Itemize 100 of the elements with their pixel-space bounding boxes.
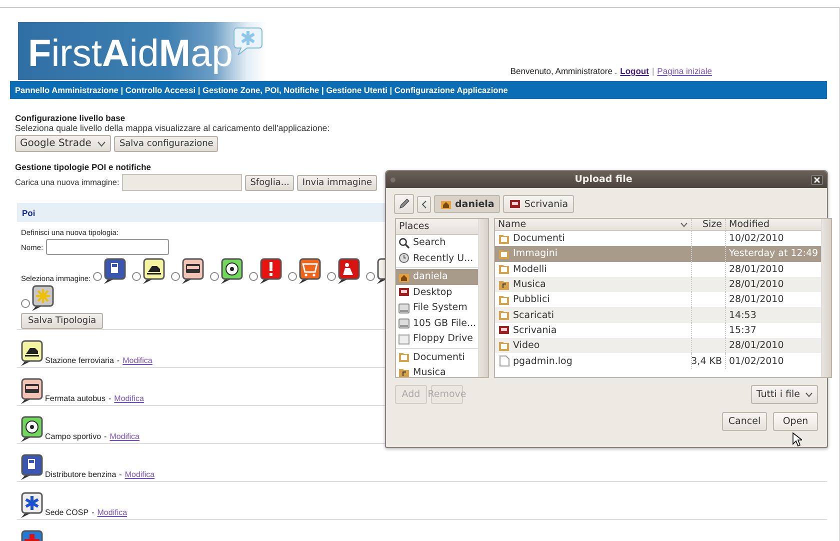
logo: FirstAidMap [18, 22, 267, 80]
file-date: Yesterday at 12:49 [729, 248, 818, 260]
place-item[interactable]: Desktop [396, 284, 478, 300]
chevron-left-icon [421, 200, 427, 208]
folder-icon [498, 278, 510, 291]
radio-button[interactable] [21, 299, 30, 308]
save-type-button[interactable]: Salva Tipologia [21, 313, 104, 329]
folder-icon [498, 340, 510, 352]
scrollbar[interactable] [821, 219, 832, 377]
drive-icon [398, 302, 410, 314]
file-date: 10/02/2010 [729, 233, 784, 244]
column-header[interactable]: Places [396, 219, 478, 235]
file-row[interactable]: Video 28/01/2010 [495, 338, 822, 354]
home-link[interactable]: Pagina iniziale [657, 66, 712, 76]
place-item[interactable]: Search [396, 235, 478, 250]
folder-icon [498, 232, 510, 245]
chevron-down-icon [97, 140, 106, 146]
radio-button[interactable] [366, 272, 375, 281]
scrollbar[interactable] [478, 219, 488, 377]
file-name: pgadmin.log [513, 356, 572, 367]
radio-button[interactable] [132, 272, 141, 281]
file-name: Modelli [513, 264, 547, 275]
edit-link[interactable]: Modifica [97, 508, 128, 517]
section-title: Gestione tipologie POI e notifiche [15, 162, 152, 172]
monitor-icon [509, 198, 522, 210]
path-button[interactable]: daniela [434, 195, 500, 213]
radio-button[interactable] [326, 272, 336, 281]
folder-icon [498, 309, 510, 322]
radio-button[interactable] [288, 272, 297, 281]
separator-text: - [116, 356, 120, 365]
file-name: Pubblici [513, 294, 550, 306]
radio-button[interactable] [248, 272, 258, 281]
column-header[interactable]: Name [495, 219, 692, 231]
column-header[interactable]: Size [691, 219, 726, 231]
edit-link[interactable]: Modifica [110, 432, 140, 441]
radio-button[interactable] [210, 272, 219, 281]
place-item[interactable]: 105 GB File... [396, 316, 478, 331]
folder-icon [398, 351, 410, 364]
file-row[interactable]: Musica 28/01/2010 [495, 276, 822, 292]
cancel-button[interactable]: Cancel [722, 412, 767, 431]
description-text: Seleziona quale livello della mappa visualizzare al caricamento dell'applicazione: [15, 123, 330, 133]
file-name: Documenti [513, 233, 565, 244]
window-title: Upload file [574, 174, 634, 185]
radio-button[interactable] [170, 272, 180, 281]
edit-link[interactable]: Modifica [114, 394, 144, 403]
folder-icon [498, 263, 510, 276]
folder-icon [498, 294, 510, 306]
name-field[interactable] [46, 239, 170, 255]
clock-icon [398, 252, 410, 264]
edit-link[interactable]: Modifica [124, 470, 155, 479]
open-button[interactable]: Open [773, 412, 818, 431]
separator-text: - [104, 432, 107, 441]
file-date: 28/01/2010 [729, 264, 784, 275]
window-dot-icon [390, 176, 396, 182]
file-name: Musica [513, 279, 546, 290]
file-date: 28/01/2010 [729, 340, 784, 352]
file-type-dropdown[interactable]: Tutti i file [751, 385, 818, 404]
cursor-icon [792, 432, 802, 447]
section-title: Configurazione livello base [15, 113, 126, 123]
file-path-field[interactable] [122, 174, 242, 191]
folder-icon [398, 366, 410, 377]
greeting-text: Benvenuto, Amministratore . [510, 66, 618, 76]
place-item[interactable]: Floppy Drive [396, 331, 478, 346]
separator-text: | [652, 66, 654, 76]
drive-icon [398, 332, 410, 345]
save-config-button[interactable]: Salva configurazione [114, 136, 218, 152]
edit-link[interactable]: Modifica [122, 356, 152, 365]
file-date: 01/02/2010 [729, 356, 784, 367]
place-item[interactable]: Documenti [396, 350, 478, 365]
radio-button[interactable] [92, 272, 102, 281]
search-icon [398, 236, 410, 249]
layer-dropdown[interactable]: Google Strade [15, 135, 112, 152]
monitor-icon [498, 324, 510, 336]
poi-name: Stazione ferroviaria [45, 356, 114, 365]
file-date: 14:53 [729, 310, 756, 321]
home-folder-icon [440, 198, 452, 210]
browse-button[interactable]: Sfoglia... [245, 174, 294, 190]
file-row[interactable]: Scaricati 14:53 [495, 307, 822, 323]
poi-name: Distributore benzina [45, 470, 116, 479]
chevron-down-icon [805, 392, 813, 398]
place-item[interactable]: File System [396, 300, 478, 316]
file-name: Immagini [513, 248, 558, 260]
edit-path-button[interactable] [394, 194, 414, 214]
path-button[interactable]: Scrivania [503, 195, 574, 213]
chevron-down-icon [680, 222, 688, 228]
file-date: 28/01/2010 [729, 279, 784, 290]
chat-bubble-icon [232, 26, 263, 56]
separator-text: - [119, 470, 122, 479]
close-icon [811, 174, 823, 184]
file-name: Scrivania [513, 324, 557, 336]
separator-text: - [108, 394, 112, 403]
pencil-icon [398, 198, 410, 210]
logout-link[interactable]: Logout [620, 66, 649, 76]
back-button[interactable] [417, 196, 431, 212]
column-header[interactable]: Modified [725, 219, 822, 231]
place-item[interactable]: Recently U... [396, 250, 478, 266]
send-image-button[interactable]: Invia immagine [297, 174, 377, 190]
place-item[interactable]: Musica [396, 365, 478, 377]
separator-text: - [92, 508, 94, 517]
drive-icon [398, 317, 410, 330]
